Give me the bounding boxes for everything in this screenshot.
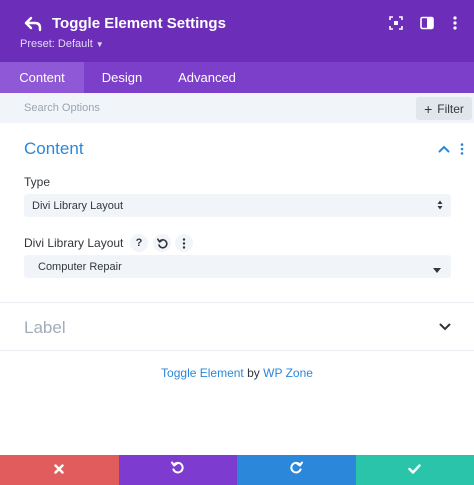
type-select[interactable]: Divi Library Layout xyxy=(24,194,451,217)
preset-selector[interactable]: Preset: Default ▼ xyxy=(20,38,104,50)
caret-down-icon xyxy=(433,264,441,276)
section-divider xyxy=(0,350,474,351)
preset-label: Preset: Default xyxy=(20,38,93,50)
select-arrows-icon xyxy=(437,199,443,214)
redo-button[interactable] xyxy=(237,455,356,485)
help-glyph: ? xyxy=(135,237,143,249)
chevron-up-icon[interactable] xyxy=(437,142,451,156)
filter-label: Filter xyxy=(437,101,464,116)
modal-title: Toggle Element Settings xyxy=(52,15,226,32)
tab-label: Advanced xyxy=(178,70,236,85)
filter-button[interactable]: + Filter xyxy=(416,97,472,120)
tab-label: Design xyxy=(101,70,143,85)
undo-icon xyxy=(171,461,184,479)
search-bar xyxy=(0,93,474,123)
tab-bar: Content Design Advanced xyxy=(0,62,474,93)
plus-icon: + xyxy=(424,100,433,117)
undo-button[interactable] xyxy=(118,455,237,485)
chevron-down-icon[interactable] xyxy=(438,320,452,334)
plugin-credit: Toggle Element by WP Zone xyxy=(0,366,474,380)
settings-header: Toggle Element Settings Preset: Default ▼ xyxy=(0,0,474,62)
toggle-element-link[interactable]: Toggle Element xyxy=(161,366,244,380)
type-select-value: Divi Library Layout xyxy=(32,199,124,212)
sidebar-toggle-icon[interactable] xyxy=(419,15,435,31)
reset-icon[interactable] xyxy=(153,234,171,252)
tab-label: Content xyxy=(19,70,65,85)
more-vertical-icon[interactable] xyxy=(447,15,463,31)
search-options-input[interactable] xyxy=(14,97,394,119)
field-options-icon[interactable] xyxy=(175,234,193,252)
action-footer xyxy=(0,455,474,485)
tab-content[interactable]: Content xyxy=(0,62,84,93)
tab-advanced[interactable]: Advanced xyxy=(160,62,254,93)
type-label: Type xyxy=(24,175,51,189)
wp-zone-link[interactable]: WP Zone xyxy=(263,366,313,380)
label-section-title[interactable]: Label xyxy=(24,318,66,338)
help-icon[interactable]: ? xyxy=(130,234,148,252)
check-icon xyxy=(408,461,421,479)
content-section-title[interactable]: Content xyxy=(24,139,84,159)
redo-icon xyxy=(290,461,303,479)
expand-icon[interactable] xyxy=(388,15,404,31)
cancel-button[interactable] xyxy=(0,455,119,485)
save-button[interactable] xyxy=(355,455,474,485)
divi-library-layout-select[interactable]: Computer Repair xyxy=(24,255,451,278)
credit-by: by xyxy=(247,366,260,380)
caret-down-icon: ▼ xyxy=(95,40,104,49)
divi-library-layout-label: Divi Library Layout xyxy=(24,236,124,250)
layout-select-value: Computer Repair xyxy=(38,260,122,273)
section-options-icon[interactable] xyxy=(457,142,467,156)
tab-design[interactable]: Design xyxy=(84,62,160,93)
section-divider xyxy=(0,302,474,303)
back-arrow-icon[interactable] xyxy=(22,13,44,35)
close-icon xyxy=(54,461,64,479)
